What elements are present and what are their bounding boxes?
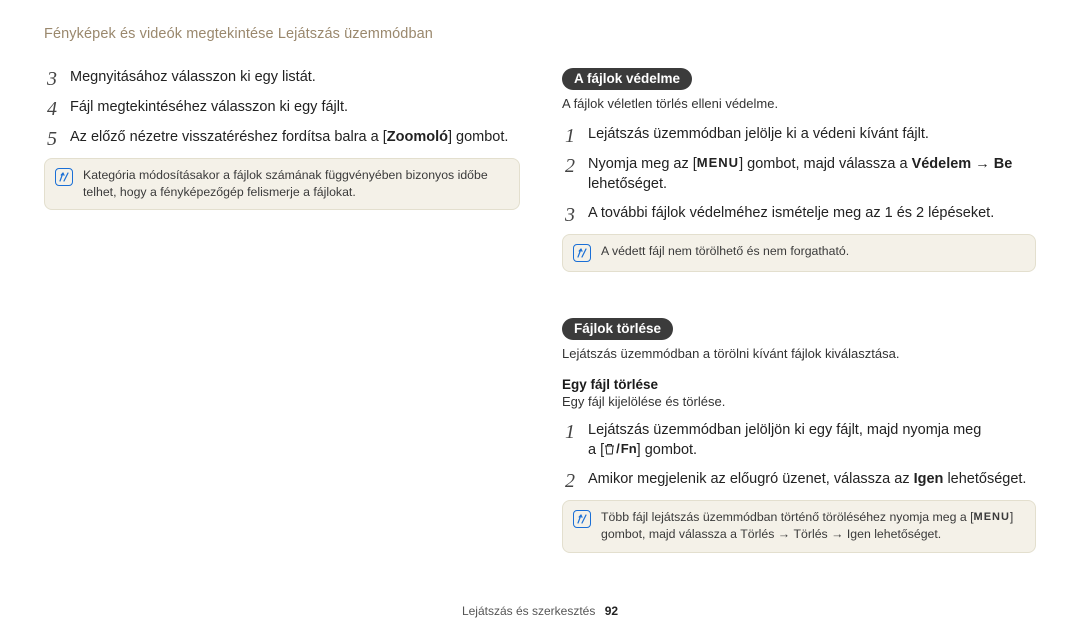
text-fragment: Az előző nézetre visszatéréshez fordítsa… <box>70 129 387 145</box>
step-text: Nyomja meg az [MENU] gombot, majd válass… <box>588 155 1036 194</box>
page-title: Fényképek és videók megtekintése Lejátsz… <box>44 26 1036 42</box>
note-text: Kategória módosításakor a fájlok számána… <box>83 167 507 200</box>
info-icon <box>573 510 591 528</box>
text-fragment: lehetőséget. <box>871 527 941 541</box>
info-icon <box>55 168 73 186</box>
step-3: 3 Megnyitásához válasszon ki egy listát. <box>44 68 520 88</box>
bold-text: Igen <box>914 471 944 487</box>
bold-text: Be <box>994 156 1013 172</box>
step-text: Megnyitásához válasszon ki egy listát. <box>70 68 316 88</box>
footer-section: Lejátszás és szerkesztés <box>462 604 595 618</box>
step-text: Az előző nézetre visszatéréshez fordítsa… <box>70 128 508 148</box>
text-fragment: lehetőséget. <box>588 176 667 192</box>
info-note: A védett fájl nem törölhető és nem forga… <box>562 234 1036 272</box>
section-description: A fájlok véletlen törlés elleni védelme. <box>562 96 1036 111</box>
text-fragment: a [ <box>588 442 604 458</box>
trash-icon <box>604 442 615 460</box>
manual-page: Fényképek és videók megtekintése Lejátsz… <box>0 0 1080 553</box>
right-column: A fájlok védelme A fájlok véletlen törlé… <box>562 68 1036 553</box>
menu-button-label: MENU <box>974 510 1010 525</box>
step-text: Lejátszás üzemmódban jelölje ki a védeni… <box>588 125 929 145</box>
sub-heading: Egy fájl törlése <box>562 377 1036 392</box>
delete-files-section: Fájlok törlése Lejátszás üzemmódban a tö… <box>562 318 1036 553</box>
step-text: Amikor megjelenik az előugró üzenet, vál… <box>588 470 1026 490</box>
text-fragment: ] gombot. <box>448 129 508 145</box>
step-number: 2 <box>562 471 578 491</box>
page-footer: Lejátszás és szerkesztés 92 <box>0 604 1080 618</box>
protect-step-2: 2 Nyomja meg az [MENU] gombot, majd vála… <box>562 155 1036 194</box>
arrow-icon: → <box>828 527 847 541</box>
delete-step-1: 1 Lejátszás üzemmódban jelöljön ki egy f… <box>562 421 1036 460</box>
text-fragment: lehetőséget. <box>943 471 1026 487</box>
note-text: Több fájl lejátszás üzemmódban történő t… <box>601 509 1023 542</box>
delete-step-2: 2 Amikor megjelenik az előugró üzenet, v… <box>562 470 1036 490</box>
text-fragment: Amikor megjelenik az előugró üzenet, vál… <box>588 471 914 487</box>
bold-text: Védelem <box>912 156 972 172</box>
step-number: 1 <box>562 126 578 146</box>
step-4: 4 Fájl megtekintéséhez válasszon ki egy … <box>44 98 520 118</box>
step-text: Fájl megtekintéséhez válasszon ki egy fá… <box>70 98 348 118</box>
arrow-icon: → <box>774 527 793 541</box>
bold-text: Igen <box>847 527 871 541</box>
info-note: Több fájl lejátszás üzemmódban történő t… <box>562 500 1036 552</box>
protect-step-1: 1 Lejátszás üzemmódban jelölje ki a véde… <box>562 125 1036 145</box>
left-column: 3 Megnyitásához válasszon ki egy listát.… <box>44 68 520 553</box>
text-fragment: Több fájl lejátszás üzemmódban történő t… <box>601 510 974 524</box>
page-number: 92 <box>605 604 618 618</box>
step-text: Lejátszás üzemmódban jelöljön ki egy fáj… <box>588 421 981 460</box>
step-number: 4 <box>44 99 60 119</box>
step-number: 3 <box>44 69 60 89</box>
section-pill-protect: A fájlok védelme <box>562 68 692 90</box>
section-description: Lejátszás üzemmódban a törölni kívánt fá… <box>562 346 1036 361</box>
text-fragment: ] gombot. <box>637 442 697 458</box>
info-note: Kategória módosításakor a fájlok számána… <box>44 158 520 210</box>
info-icon <box>573 244 591 262</box>
step-number: 2 <box>562 156 578 176</box>
step-5: 5 Az előző nézetre visszatéréshez fordít… <box>44 128 520 148</box>
bold-text: Zoomoló <box>387 129 448 145</box>
protect-step-3: 3 A további fájlok védelméhez ismételje … <box>562 204 1036 224</box>
step-number: 3 <box>562 205 578 225</box>
note-text: A védett fájl nem törölhető és nem forga… <box>601 243 849 260</box>
step-text: A további fájlok védelméhez ismételje me… <box>588 204 994 224</box>
text-fragment: Lejátszás üzemmódban jelöljön ki egy fáj… <box>588 422 981 438</box>
trash-fn-button-label: /Fn <box>604 440 637 458</box>
text-fragment: ] gombot, majd válassza a <box>739 156 911 172</box>
section-pill-delete: Fájlok törlése <box>562 318 673 340</box>
text-fragment: Nyomja meg az [ <box>588 156 697 172</box>
fn-label: Fn <box>621 440 637 458</box>
bold-text: Törlés <box>740 527 774 541</box>
step-number: 5 <box>44 129 60 149</box>
menu-button-label: MENU <box>697 154 739 172</box>
bold-text: Törlés <box>794 527 828 541</box>
protect-files-section: A fájlok védelme A fájlok véletlen törlé… <box>562 68 1036 272</box>
arrow-icon: → <box>971 156 994 172</box>
sub-text: Egy fájl kijelölése és törlése. <box>562 394 1036 409</box>
step-number: 1 <box>562 422 578 442</box>
two-column-layout: 3 Megnyitásához válasszon ki egy listát.… <box>44 68 1036 553</box>
